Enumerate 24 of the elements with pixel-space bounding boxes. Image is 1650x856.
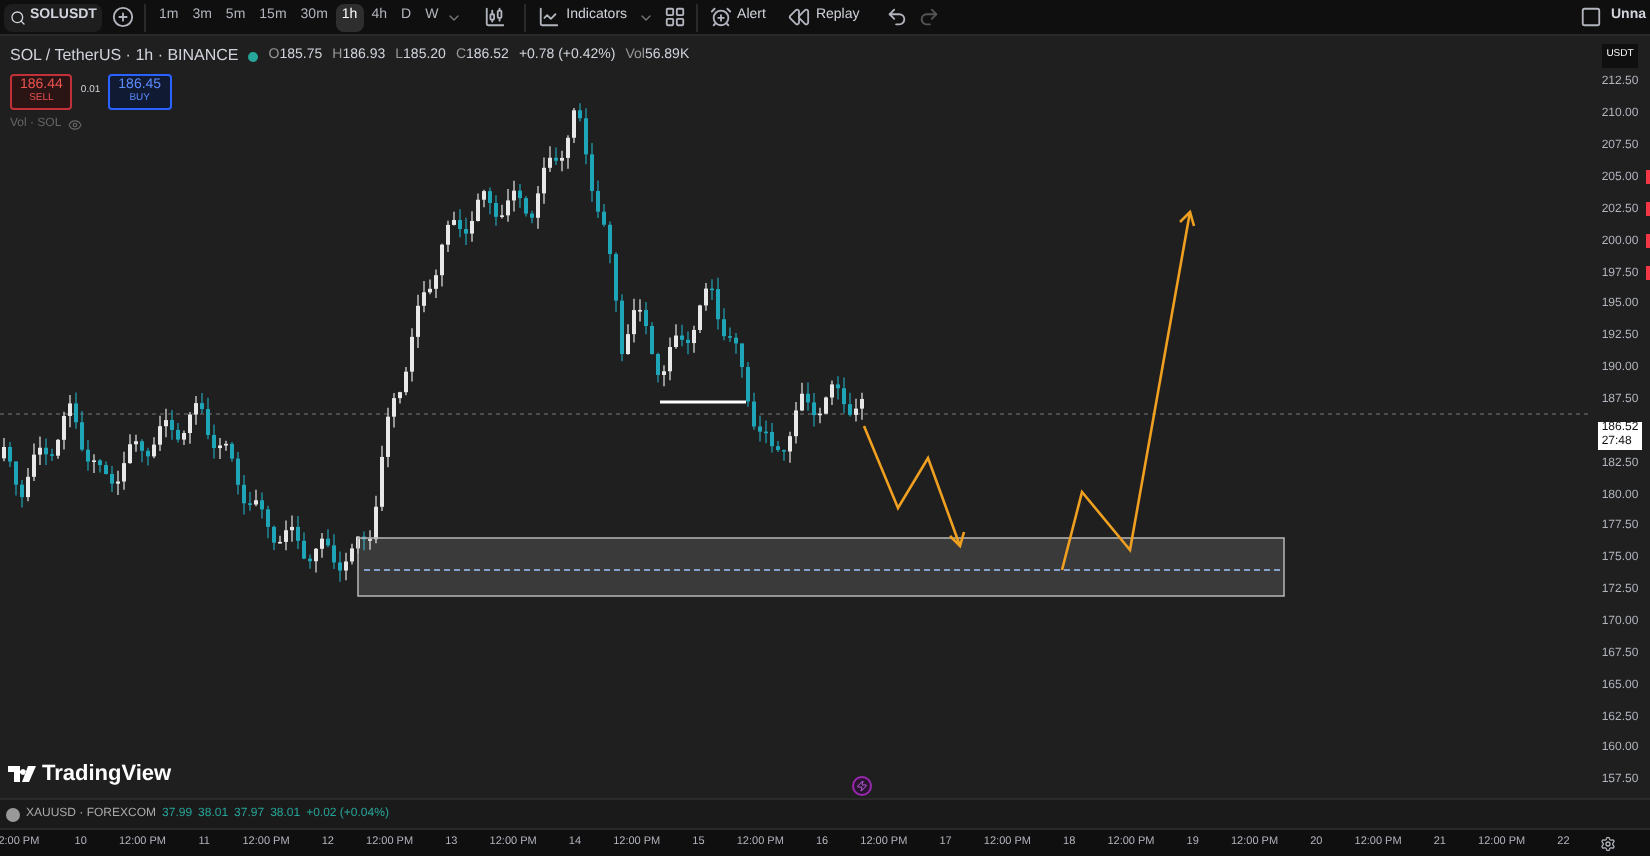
logo-icon — [8, 765, 36, 782]
chart-line-icon — [538, 6, 561, 28]
lightning-button[interactable] — [852, 776, 872, 796]
undo-icon[interactable] — [885, 6, 908, 28]
alert-marker-icon — [1646, 233, 1650, 248]
eye-icon[interactable] — [67, 118, 82, 132]
horizontal-line — [660, 400, 746, 404]
layout-icon[interactable] — [1579, 6, 1601, 28]
brand-name: TradingView — [42, 759, 172, 789]
lightning-icon — [856, 780, 868, 792]
redo-icon[interactable] — [917, 6, 940, 28]
alert-marker-icon — [1646, 265, 1650, 280]
add-symbol-icon[interactable] — [112, 6, 135, 28]
grid-icon[interactable] — [663, 6, 686, 28]
symbol-avatar-icon — [6, 807, 20, 821]
alert-marker-icon — [1646, 201, 1650, 216]
alarm-clock-icon — [709, 6, 732, 28]
candlestick-icon[interactable] — [484, 6, 507, 28]
alert-marker-icon — [1646, 170, 1650, 184]
settings-icon[interactable] — [1600, 835, 1616, 851]
rewind-icon — [787, 6, 810, 28]
symbol-title: SOL / TetherUS · 1h · BINANCE — [10, 44, 239, 68]
search-icon — [10, 9, 26, 25]
projection-arrow — [862, 425, 966, 549]
